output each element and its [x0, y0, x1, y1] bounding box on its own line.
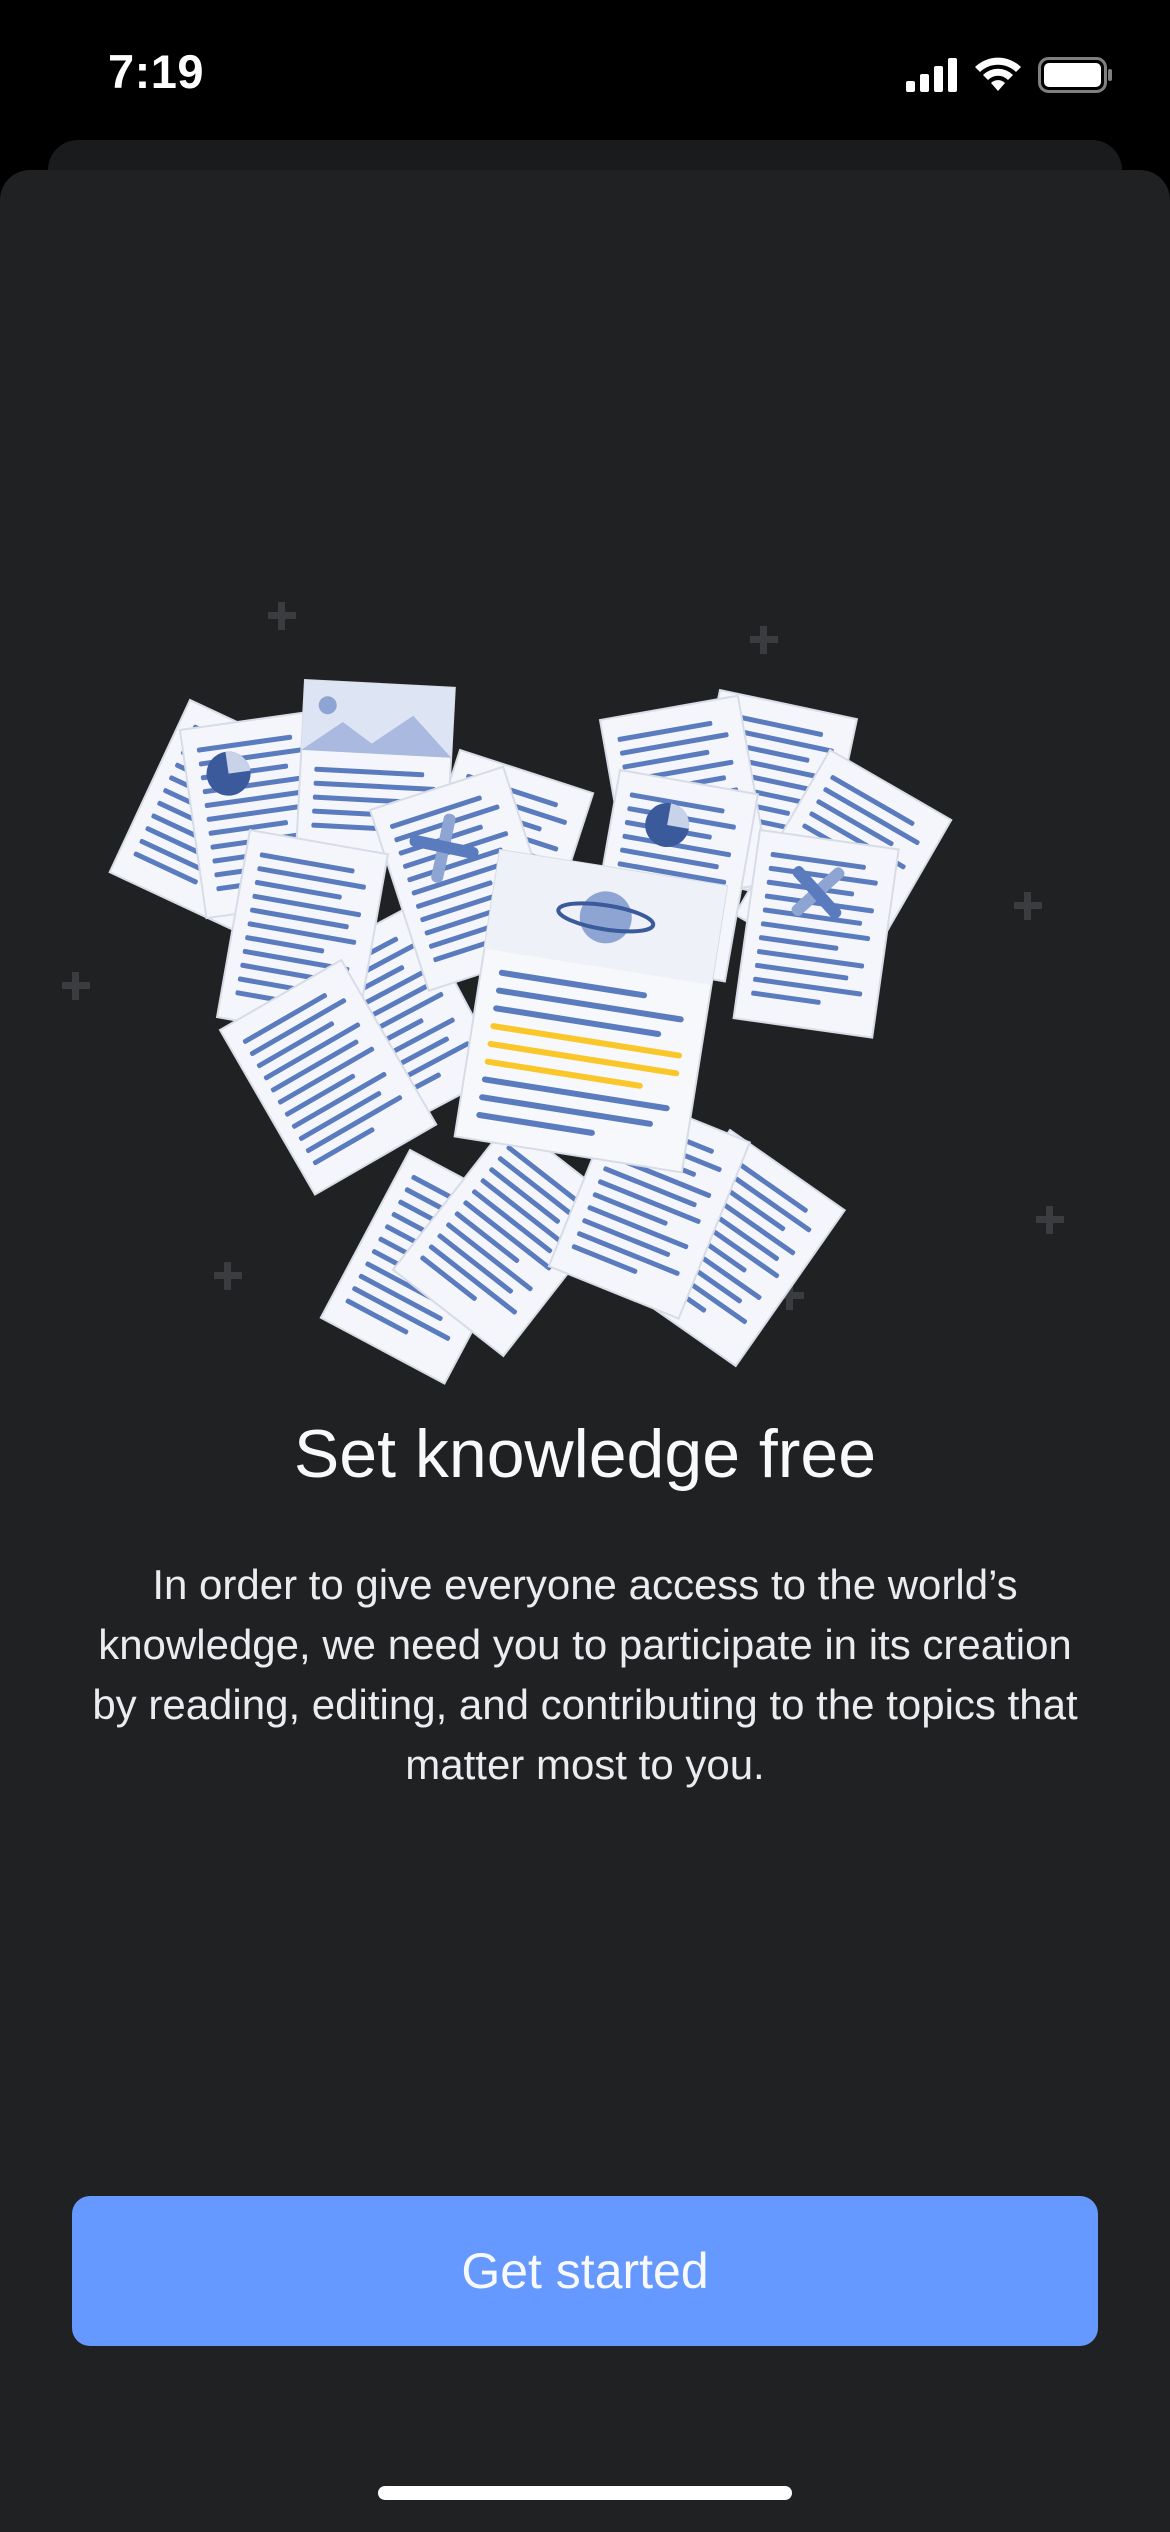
onboarding-sheet: Set knowledge free In order to give ever… — [0, 170, 1170, 2532]
onboarding-screen: 7:19 Set knowledge free In order to give… — [0, 0, 1170, 2532]
wifi-icon — [975, 57, 1021, 91]
status-time: 7:19 — [108, 45, 205, 98]
onboarding-title: Set knowledge free — [293, 1416, 877, 1492]
onboarding-description: In order to give everyone access to the … — [92, 1561, 1078, 1788]
status-icons — [906, 50, 1114, 100]
home-indicator[interactable] — [378, 2486, 792, 2500]
heart-of-documents-illustration — [62, 602, 1064, 1410]
get-started-button[interactable]: Get started — [72, 2196, 1098, 2346]
status-bar: 7:19 — [0, 0, 1170, 150]
battery-icon — [1038, 57, 1112, 93]
cellular-signal-icon — [906, 58, 957, 92]
